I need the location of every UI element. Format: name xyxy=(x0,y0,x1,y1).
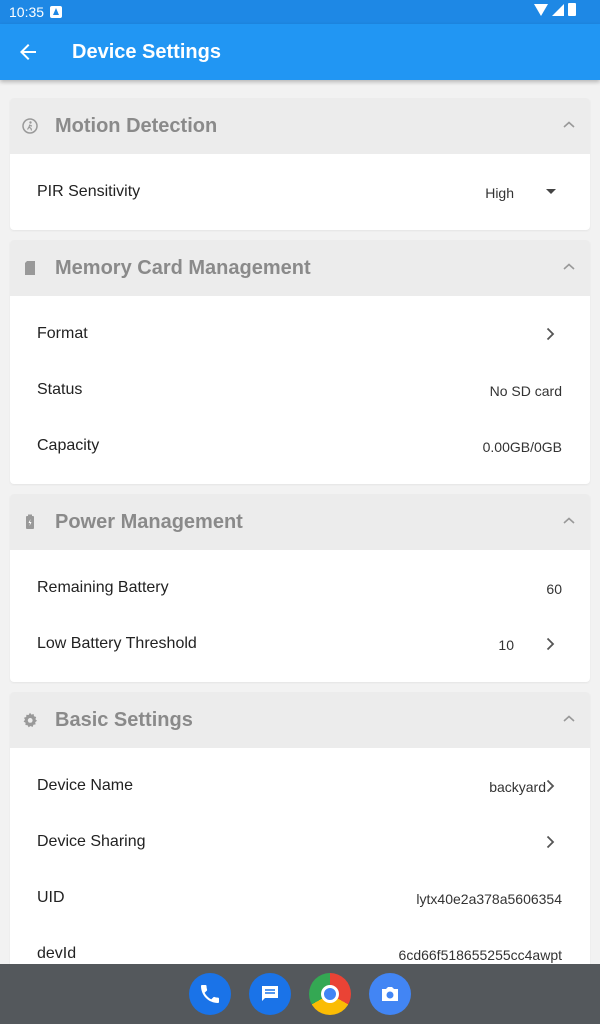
chrome-icon[interactable] xyxy=(309,973,351,1015)
uid-value: lytx40e2a378a5606354 xyxy=(416,891,562,907)
chevron-up-icon[interactable] xyxy=(562,262,576,272)
row-label: Status xyxy=(37,381,83,398)
motion-detection-header[interactable]: Motion Detection xyxy=(10,98,590,154)
motion-detection-card: Motion Detection PIR Sensitivity High xyxy=(10,98,590,230)
device-name-value: backyard xyxy=(489,779,546,795)
chevron-up-icon[interactable] xyxy=(562,714,576,724)
format-row[interactable]: Format xyxy=(10,306,590,362)
row-label: devId xyxy=(37,945,77,962)
basic-settings-card: Basic Settings Device Name backyard Devi… xyxy=(10,692,590,992)
row-label: PIR Sensitivity xyxy=(37,183,141,200)
status-bar: 10:35 xyxy=(0,0,600,24)
app-bar: Device Settings xyxy=(0,24,600,80)
basic-settings-header[interactable]: Basic Settings xyxy=(10,692,590,748)
section-title: Basic Settings xyxy=(55,709,193,731)
sd-card-icon xyxy=(25,261,35,275)
section-title: Memory Card Management xyxy=(55,257,311,279)
settings-list: Motion Detection PIR Sensitivity High Me… xyxy=(10,98,590,1002)
row-label: Format xyxy=(37,325,88,342)
pir-sensitivity-row[interactable]: PIR Sensitivity High xyxy=(10,164,590,220)
chevron-right-icon[interactable] xyxy=(542,636,558,652)
motion-detection-body: PIR Sensitivity High xyxy=(10,154,590,230)
capacity-row: Capacity 0.00GB/0GB xyxy=(10,418,590,474)
row-label: Device Name xyxy=(37,777,134,794)
pir-sensitivity-select[interactable]: High xyxy=(485,185,514,201)
chevron-right-icon[interactable] xyxy=(542,326,558,342)
basic-settings-body: Device Name backyard Device Sharing UID … xyxy=(10,748,590,992)
row-label: Device Sharing xyxy=(37,833,146,850)
chevron-right-icon[interactable] xyxy=(542,778,558,794)
chevron-up-icon[interactable] xyxy=(562,516,576,526)
phone-icon[interactable] xyxy=(189,973,231,1015)
power-management-header[interactable]: Power Management xyxy=(10,494,590,550)
chevron-up-icon[interactable] xyxy=(562,120,576,130)
back-arrow-icon[interactable] xyxy=(16,40,40,64)
row-label: Remaining Battery xyxy=(37,579,169,596)
system-icons xyxy=(534,3,576,16)
wifi-icon xyxy=(534,3,548,16)
remaining-battery-value: 60 xyxy=(546,581,562,597)
status-row: Status No SD card xyxy=(10,362,590,418)
remaining-battery-row: Remaining Battery 60 xyxy=(10,560,590,616)
page-title: Device Settings xyxy=(72,41,221,63)
gear-icon xyxy=(23,712,37,728)
section-title: Motion Detection xyxy=(55,115,218,137)
threshold-value: 10 xyxy=(498,637,514,653)
device-sharing-row[interactable]: Device Sharing xyxy=(10,814,590,870)
messages-icon[interactable] xyxy=(249,973,291,1015)
notification-icon xyxy=(50,6,62,18)
low-battery-threshold-row[interactable]: Low Battery Threshold 10 xyxy=(10,616,590,672)
battery-icon xyxy=(568,3,576,16)
motion-icon xyxy=(22,118,38,134)
memory-card-header[interactable]: Memory Card Management xyxy=(10,240,590,296)
row-label: Low Battery Threshold xyxy=(37,635,197,652)
devid-value: 6cd66f518655255cc4awpt xyxy=(398,947,562,963)
power-management-body: Remaining Battery 60 Low Battery Thresho… xyxy=(10,550,590,682)
memory-card-card: Memory Card Management Format Status No … xyxy=(10,240,590,484)
status-time: 10:35 xyxy=(9,4,45,20)
memory-card-body: Format Status No SD card Capacity 0.00GB… xyxy=(10,296,590,484)
power-management-card: Power Management Remaining Battery 60 Lo… xyxy=(10,494,590,682)
battery-charging-icon xyxy=(26,514,34,529)
capacity-value: 0.00GB/0GB xyxy=(482,439,562,455)
section-title: Power Management xyxy=(55,511,243,533)
status-value: No SD card xyxy=(489,383,562,399)
camera-icon[interactable] xyxy=(369,973,411,1015)
row-label: UID xyxy=(37,889,65,906)
uid-row: UID lytx40e2a378a5606354 xyxy=(10,870,590,926)
signal-icon xyxy=(552,3,564,16)
row-label: Capacity xyxy=(37,437,100,454)
dropdown-arrow-icon[interactable] xyxy=(546,189,556,194)
device-name-row[interactable]: Device Name backyard xyxy=(10,758,590,814)
dock-bar xyxy=(0,964,600,1024)
chevron-right-icon[interactable] xyxy=(542,834,558,850)
